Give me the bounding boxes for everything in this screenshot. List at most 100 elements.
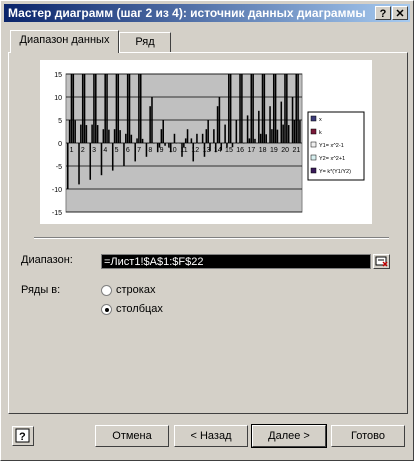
bar <box>242 143 245 144</box>
y-tick-label: 5 <box>58 118 62 125</box>
bar <box>198 143 200 144</box>
window-title: Мастер диаграмм (шаг 2 из 4): источник д… <box>8 6 366 20</box>
bar <box>286 74 288 143</box>
bar <box>184 138 187 143</box>
bar <box>141 138 144 143</box>
bar <box>194 143 196 144</box>
y-tick-label: -15 <box>52 210 62 217</box>
bar <box>67 143 69 189</box>
finish-button[interactable]: Готово <box>331 425 405 447</box>
bar <box>274 74 277 143</box>
x-tick-label: 7 <box>137 147 141 154</box>
collapse-icon <box>375 256 388 267</box>
bar <box>216 106 219 143</box>
x-tick-label: 13 <box>203 147 211 154</box>
chart-svg: 151050-5-10-151 2 3 4 5 6 7 8 9 10 11 12 13 14 15 16 17 1… <box>52 72 365 217</box>
bar <box>213 129 215 143</box>
x-tick-label: 21 <box>292 147 300 154</box>
bar <box>291 97 294 143</box>
x-tick-label: 3 <box>92 147 96 154</box>
next-button[interactable]: Далее > <box>251 424 327 448</box>
x-tick-label: 4 <box>103 147 107 154</box>
bar <box>164 143 166 146</box>
bar <box>153 143 155 144</box>
bar <box>205 129 208 143</box>
bar <box>68 120 71 143</box>
bar <box>258 110 260 143</box>
x-tick-label: 9 <box>160 147 164 154</box>
bar <box>272 74 275 143</box>
tab-series[interactable]: Ряд <box>119 32 171 52</box>
bar <box>235 120 238 143</box>
bar <box>72 74 75 143</box>
x-tick-label: 17 <box>248 147 256 154</box>
collapse-dialog-button[interactable] <box>373 254 390 269</box>
legend-swatch <box>310 128 317 135</box>
bar <box>134 143 136 162</box>
bar <box>78 143 80 185</box>
radio-columns[interactable] <box>101 304 112 315</box>
y-tick-label: 15 <box>54 72 62 79</box>
help-button[interactable]: ? <box>12 426 34 446</box>
bar <box>173 133 176 143</box>
bar <box>297 74 299 143</box>
x-tick-label: 8 <box>148 147 152 154</box>
x-tick-label: 12 <box>191 147 199 154</box>
bar <box>207 120 209 143</box>
x-tick-label: 15 <box>225 147 233 154</box>
cancel-button[interactable]: Отмена <box>95 425 169 447</box>
bar <box>190 138 193 143</box>
bar <box>119 130 121 143</box>
help-title-button[interactable]: ? <box>375 6 391 20</box>
x-tick-label: 2 <box>81 147 85 154</box>
legend-swatch <box>310 154 317 161</box>
bar <box>284 74 286 143</box>
x-tick-label: 1 <box>70 147 74 154</box>
bar <box>263 74 266 143</box>
bar <box>128 74 131 143</box>
tab-data-range[interactable]: Диапазон данных <box>10 30 119 53</box>
bar <box>125 133 127 143</box>
bar <box>136 138 138 143</box>
radio-columns-label[interactable]: столбцах <box>116 303 163 315</box>
range-input[interactable]: =Лист1!$A$1:$F$22 <box>101 254 371 269</box>
x-tick-label: 6 <box>126 147 130 154</box>
bar <box>237 143 239 144</box>
legend-entry: x <box>319 117 322 123</box>
legend-entry: Y2= x^2+1 <box>319 156 345 162</box>
title-bar: Мастер диаграмм (шаг 2 из 4): источник д… <box>4 4 410 22</box>
bar <box>276 129 279 143</box>
bar <box>175 143 178 144</box>
svg-text:?: ? <box>19 431 26 443</box>
bar <box>261 74 264 143</box>
bar <box>102 129 105 143</box>
y-tick-label: 10 <box>54 95 62 102</box>
bar <box>252 74 254 143</box>
close-button[interactable]: ✕ <box>392 6 408 20</box>
legend-swatch <box>310 115 317 122</box>
x-tick-label: 18 <box>259 147 267 154</box>
bar <box>250 74 253 143</box>
bar <box>115 74 118 143</box>
bar <box>145 143 148 157</box>
bar <box>171 143 174 144</box>
y-tick-label: -5 <box>56 164 62 171</box>
y-tick-label: -10 <box>52 187 62 194</box>
bar <box>282 124 284 143</box>
bar <box>138 74 140 143</box>
legend-entry: Y1= x^2-1 <box>319 143 344 149</box>
radio-rows-label[interactable]: строках <box>116 284 155 296</box>
back-button[interactable]: < Назад <box>174 425 248 447</box>
legend-entry: k <box>319 130 322 136</box>
bar <box>95 74 97 143</box>
x-tick-label: 20 <box>281 147 289 154</box>
bar <box>130 134 133 143</box>
x-tick-label: 19 <box>270 147 278 154</box>
x-tick-label: 5 <box>115 147 119 154</box>
legend-swatch <box>310 141 317 148</box>
bar <box>299 120 301 143</box>
radio-rows[interactable] <box>101 285 112 296</box>
bar <box>295 74 298 143</box>
bar <box>246 115 249 143</box>
bar <box>201 133 204 143</box>
